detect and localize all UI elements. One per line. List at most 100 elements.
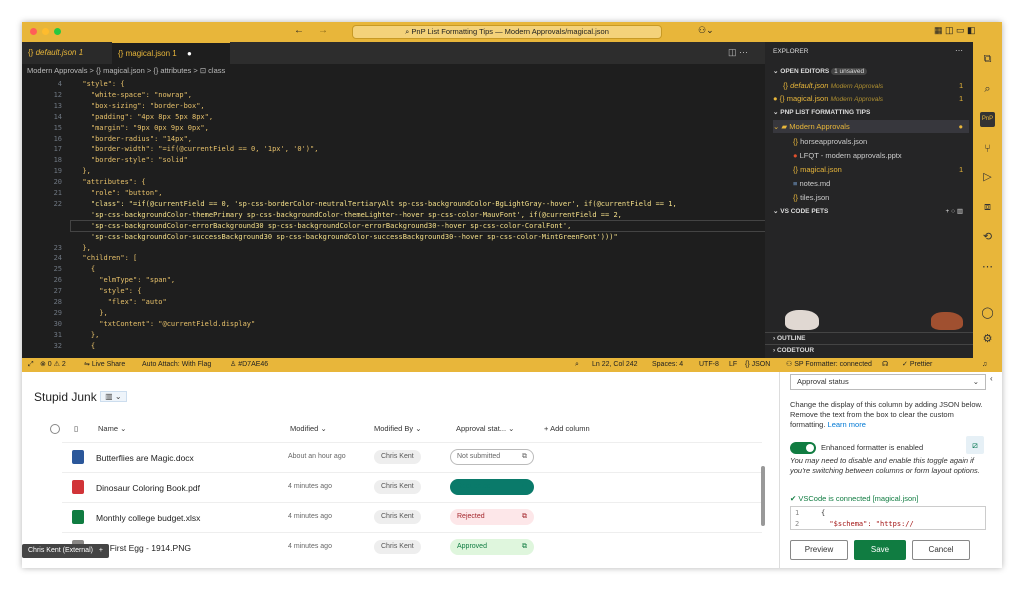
source-control-icon[interactable]: ⑂ xyxy=(980,142,995,157)
open-editor-default[interactable]: {} default.json Modern Approvals xyxy=(783,79,883,92)
scroll-up-icon[interactable]: ‹ xyxy=(990,374,993,383)
split-editor-icon[interactable]: ◫ ⋯ xyxy=(728,47,748,58)
view-switcher-icon[interactable]: ▥ ⌄ xyxy=(100,391,127,402)
prettier-status[interactable]: ✓ Prettier xyxy=(902,358,932,372)
add-column-button[interactable]: + Add column xyxy=(544,424,590,433)
pnp-icon[interactable]: PnP xyxy=(980,112,995,127)
open-icon: ⧉ xyxy=(522,453,527,460)
problems-status[interactable]: ⊗ 0 ⚠ 2 xyxy=(40,358,66,372)
project-header[interactable]: ⌄ PNP LIST FORMATTING TIPS xyxy=(765,107,973,119)
close-window-button[interactable] xyxy=(30,28,37,35)
code-line: "role": "button", xyxy=(74,189,163,197)
open-in-editor-icon[interactable]: ⧄ xyxy=(966,436,984,454)
approval-button[interactable]: Rejected ⧉ xyxy=(450,509,534,525)
file-pptx[interactable]: ● LFQT - modern approvals.pptx xyxy=(793,149,902,162)
json-editor[interactable]: 1 { 2 "$schema": "https:// xyxy=(790,506,986,530)
pets-header[interactable]: ⌄ VS CODE PETS + ○ ▥ xyxy=(765,206,973,218)
extensions-icon[interactable]: ⧈ xyxy=(980,200,995,215)
list-scrollbar[interactable] xyxy=(761,466,765,526)
column-approval[interactable]: Approval stat... ⌄ xyxy=(456,424,514,433)
search-icon[interactable]: ⌕ xyxy=(980,82,995,97)
approval-button[interactable]: Approved ⧉ xyxy=(450,539,534,555)
gear-icon[interactable]: ⚙ xyxy=(980,332,995,347)
file-tiles[interactable]: {} tiles.json xyxy=(793,191,829,204)
cursor-position[interactable]: Ln 22, Col 242 xyxy=(592,358,638,372)
minimize-window-button[interactable] xyxy=(42,28,49,35)
modified-by-persona[interactable]: Chris Kent xyxy=(374,540,421,554)
problem-count: 1 xyxy=(959,94,964,103)
list-row[interactable]: Butterflies are Magic.docx About an hour … xyxy=(62,442,762,472)
copilot-icon[interactable]: ⚇⌄ xyxy=(698,25,714,36)
list-row[interactable]: My First Egg - 1914.PNG 4 minutes ago Chri… xyxy=(62,532,762,562)
code-editor[interactable]: 4 "style": {12 "white-space": "nowrap", 1… xyxy=(22,78,777,357)
encoding-status[interactable]: UTF-8 xyxy=(699,358,719,372)
account-icon[interactable]: ◯ xyxy=(980,306,995,321)
indent-status[interactable]: Spaces: 4 xyxy=(652,358,683,372)
open-editors-header[interactable]: ⌄ OPEN EDITORS 1 unsaved xyxy=(765,66,973,78)
file-name[interactable]: Dinosaur Coloring Book.pdf xyxy=(96,483,200,493)
file-name[interactable]: My First Egg - 1914.PNG xyxy=(96,543,191,553)
remote-status-icon[interactable]: ⤢ xyxy=(28,358,34,372)
tab-default-json[interactable]: {} default.json 1 xyxy=(22,42,112,64)
code-line: "border-width": "=if(@currentField == 0,… xyxy=(74,145,319,154)
zoom-window-button[interactable] xyxy=(54,28,61,35)
layout-toggle-icons[interactable]: ▦ ◫ ▭ ◧ xyxy=(934,25,976,36)
language-status[interactable]: {} JSON xyxy=(745,358,770,372)
file-name[interactable]: Butterflies are Magic.docx xyxy=(96,453,194,463)
live-share-status[interactable]: ⇋ Live Share xyxy=(84,358,125,372)
preview-button[interactable]: Preview xyxy=(790,540,848,560)
account-badge[interactable]: Chris Kent (External) + xyxy=(22,544,110,558)
run-debug-icon[interactable]: ▷ xyxy=(980,170,995,185)
column-modified-by[interactable]: Modified By ⌄ xyxy=(374,424,422,433)
codetour-header[interactable]: › CODETOUR xyxy=(765,344,973,356)
feedback-icon[interactable]: ☊ xyxy=(882,358,888,372)
forward-arrow-icon[interactable]: → xyxy=(318,25,328,36)
color-label: #D7AE46 xyxy=(238,361,269,368)
open-editor-magical[interactable]: ● {} magical.json Modern Approvals xyxy=(773,92,883,105)
go-to-line-icon[interactable]: ⌕ xyxy=(575,358,579,372)
panel-description: Change the display of this column by add… xyxy=(790,400,986,430)
formatter-status[interactable]: ⚇ SP Formatter: connected xyxy=(786,358,872,372)
more-actions-icon[interactable]: ⋯ xyxy=(955,46,963,55)
file-type-header-icon[interactable]: ▯ xyxy=(74,424,78,433)
cancel-button[interactable]: Cancel xyxy=(912,540,970,560)
auto-attach-status[interactable]: Auto Attach: With Flag xyxy=(142,358,211,372)
select-all-checkbox[interactable] xyxy=(50,424,60,434)
column-name[interactable]: Name ⌄ xyxy=(98,424,126,433)
approval-button[interactable]: Not submitted ⧉ xyxy=(450,449,534,465)
file-magical[interactable]: {} magical.json xyxy=(793,163,842,176)
breadcrumb[interactable]: Modern Approvals > {} magical.json > {} … xyxy=(22,64,772,78)
modified-by-persona[interactable]: Chris Kent xyxy=(374,510,421,524)
modified-by-persona[interactable]: Chris Kent xyxy=(374,480,421,494)
column-select[interactable]: Approval status ⌄ xyxy=(790,374,986,390)
modified-by-persona[interactable]: Chris Kent xyxy=(374,450,421,464)
pets-actions-icon[interactable]: + ○ ▥ xyxy=(946,206,963,218)
tab-magical-json[interactable]: {} magical.json 1 ● xyxy=(112,42,230,64)
explorer-icon[interactable]: ⧉ xyxy=(980,52,995,67)
list-row[interactable]: Dinosaur Coloring Book.pdf 4 minutes ago C… xyxy=(62,472,762,502)
notifications-icon[interactable]: ♫ xyxy=(982,358,987,372)
outline-header[interactable]: › OUTLINE xyxy=(765,332,973,344)
color-status[interactable]: ♙ #D7AE46 xyxy=(230,358,268,372)
list-row[interactable]: Monthly college budget.xlsx 4 minutes ago… xyxy=(62,502,762,532)
line-number: 27 xyxy=(53,287,62,296)
file-name: magical.json xyxy=(786,94,829,103)
command-center-search[interactable]: ⌕ PnP List Formatting Tips — Modern Appr… xyxy=(352,25,662,39)
more-icon[interactable]: ⋯ xyxy=(980,260,995,275)
folder-modern-approvals[interactable]: ⌄ ▰ Modern Approvals ● xyxy=(773,120,969,133)
enhanced-formatter-toggle[interactable] xyxy=(790,442,816,454)
learn-more-link[interactable]: Learn more xyxy=(828,420,866,429)
eol-status[interactable]: LF xyxy=(729,358,737,372)
line-number: 18 xyxy=(53,156,62,165)
column-modified[interactable]: Modified ⌄ xyxy=(290,424,327,433)
code-line: "border-style": "solid" xyxy=(74,156,188,165)
file-horseapprovals[interactable]: {} horseapprovals.json xyxy=(793,135,867,148)
markdown-file-icon: ≡ xyxy=(793,179,798,188)
file-name[interactable]: Monthly college budget.xlsx xyxy=(96,513,200,523)
save-button[interactable]: Save xyxy=(854,540,906,560)
approval-button[interactable]: Requested ⧉ xyxy=(450,479,534,495)
back-arrow-icon[interactable]: ← xyxy=(294,25,304,36)
remote-icon[interactable]: ⟲ xyxy=(980,230,995,245)
file-notes[interactable]: ≡ notes.md xyxy=(793,177,830,190)
json-file-icon: {} xyxy=(793,165,799,174)
